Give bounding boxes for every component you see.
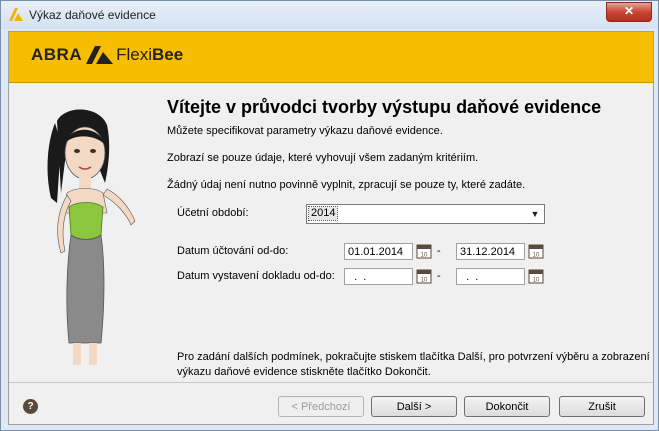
logo-flexi: Flexi: [116, 45, 153, 64]
issue-date-to-input[interactable]: . .: [456, 268, 525, 285]
svg-text:10: 10: [421, 253, 428, 259]
logo-abra: ABRA: [31, 45, 83, 64]
cancel-button[interactable]: Zrušit: [559, 396, 645, 417]
calendar-icon[interactable]: 10: [528, 243, 544, 259]
abra-app-icon: [9, 8, 23, 21]
abra-logo-icon: [86, 46, 114, 64]
footer-hint-1: Pro zadání dalších podmínek, pokračujte …: [177, 351, 650, 363]
next-button[interactable]: Další >: [371, 396, 457, 417]
calendar-icon[interactable]: 10: [416, 268, 432, 284]
issue-range-dash: -: [437, 270, 441, 282]
window-title: Výkaz daňové evidence: [29, 8, 156, 22]
posting-range-dash: -: [437, 245, 441, 257]
issue-date-from-input[interactable]: . .: [344, 268, 413, 285]
intro-text-3: Žádný údaj není nutno povinně vyplnit, z…: [167, 179, 526, 191]
brand-banner: ABRA Flexi Bee: [9, 32, 653, 83]
intro-text-2: Zobrazí se pouze údaje, které vyhovují v…: [167, 152, 479, 164]
dialog-window: Výkaz daňové evidence ✕ ABRA Flexi Bee V…: [0, 0, 659, 431]
finish-button[interactable]: Dokončit: [464, 396, 550, 417]
period-label: Účetní období:: [177, 207, 249, 219]
calendar-icon[interactable]: 10: [416, 243, 432, 259]
footer-separator: [9, 382, 653, 383]
svg-text:10: 10: [533, 278, 540, 284]
logo-bee: Bee: [152, 45, 184, 64]
wizard-content: Vítejte v průvodci tvorby výstupu daňové…: [9, 83, 653, 380]
title-bar[interactable]: Výkaz daňové evidence ✕: [1, 1, 658, 29]
posting-date-to-input[interactable]: 31.12.2014: [456, 243, 525, 260]
wizard-heading: Vítejte v průvodci tvorby výstupu daňové…: [167, 97, 602, 117]
intro-text-1: Můžete specifikovat parametry výkazu daň…: [167, 125, 443, 137]
wizard-body: ABRA Flexi Bee Vítejte v průvodci tvorby…: [8, 31, 654, 425]
help-icon[interactable]: ?: [23, 399, 38, 414]
svg-text:10: 10: [533, 253, 540, 259]
period-select-value: 2014: [307, 206, 339, 221]
woman-illustration: [47, 109, 136, 365]
period-select[interactable]: 2014 ▼: [306, 204, 545, 224]
posting-date-from-input[interactable]: 01.01.2014: [344, 243, 413, 260]
calendar-icon[interactable]: 10: [528, 268, 544, 284]
issue-date-label: Datum vystavení dokladu od-do:: [177, 270, 335, 282]
posting-date-label: Datum účtování od-do:: [177, 245, 289, 257]
back-button[interactable]: < Předchozí: [278, 396, 364, 417]
footer-hint-2: výkazu daňové evidence stiskněte tlačítk…: [177, 366, 431, 378]
svg-text:10: 10: [421, 278, 428, 284]
close-button[interactable]: ✕: [606, 2, 652, 22]
abra-flexibee-logo: ABRA Flexi Bee: [31, 45, 183, 65]
chevron-down-icon[interactable]: ▼: [529, 208, 541, 220]
